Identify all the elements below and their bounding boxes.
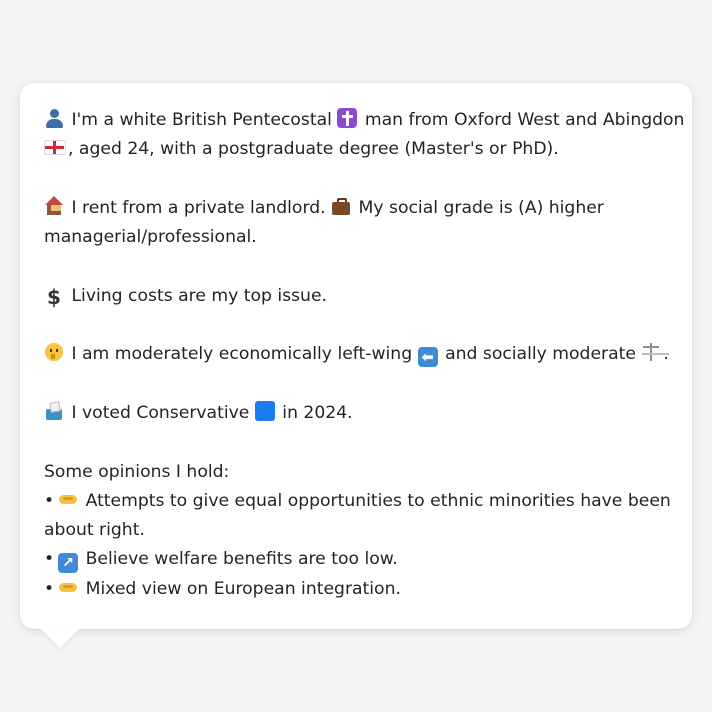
vote-text-b: in 2024. <box>282 402 353 423</box>
opinion-item-continuation: about right. <box>44 516 668 545</box>
ideology-paragraph: I am moderately economically left-wing ⬅… <box>44 340 669 369</box>
ballot-box-icon <box>44 401 64 421</box>
identity-text-b: man from Oxford West and Abingdon <box>364 110 685 130</box>
vote-text-a: I voted Conservative <box>71 402 250 423</box>
identity-line-1: I'm a white British Pentecostal man from… <box>44 106 684 135</box>
vote-paragraph: I voted Conservative in 2024. <box>44 399 668 428</box>
opinions-heading: Some opinions I hold: <box>44 461 230 482</box>
opinion-item: • Mixed view on European integration. <box>44 575 668 604</box>
housing-text-a: I rent from a private landlord. <box>71 197 326 218</box>
opinion-text: Mixed view on European integration. <box>85 578 401 599</box>
opinion-text: about right. <box>44 520 145 541</box>
opinion-text: Believe welfare benefits are too low. <box>85 549 398 570</box>
issue-paragraph: $ Living costs are my top issue. <box>44 282 668 311</box>
vote-line: I voted Conservative in 2024. <box>44 399 668 428</box>
handshake-icon <box>58 577 78 597</box>
issue-line: $ Living costs are my top issue. <box>44 282 668 311</box>
opinion-text: Attempts to give equal opportunities to … <box>85 490 671 511</box>
housing-line-1: I rent from a private landlord. My socia… <box>44 194 668 223</box>
housing-line-2: managerial/professional. <box>44 223 668 252</box>
ideology-line: I am moderately economically left-wing ⬅… <box>44 340 669 369</box>
persona-message-bubble: I'm a white British Pentecostal man from… <box>20 83 692 629</box>
person-icon <box>44 108 64 128</box>
identity-line-2: , aged 24, with a postgraduate degree (M… <box>44 135 668 164</box>
issue-text: Living costs are my top issue. <box>71 285 327 306</box>
opinion-item: • ↗ Believe welfare benefits are too low. <box>44 545 668 574</box>
ideology-text-b: and socially moderate <box>445 344 636 365</box>
bullet: • <box>44 578 55 599</box>
ideology-text-end: . <box>663 344 669 365</box>
thinking-face-icon <box>44 342 64 362</box>
bubble-tail <box>40 628 80 648</box>
balance-scale-icon <box>641 342 661 362</box>
briefcase-icon <box>331 196 351 216</box>
bullet: • <box>44 490 55 511</box>
opinion-item: • Attempts to give equal opportunities t… <box>44 487 671 516</box>
england-flag-icon <box>44 140 66 156</box>
up-right-arrow-icon: ↗ <box>58 553 79 574</box>
identity-paragraph: I'm a white British Pentecostal man from… <box>44 106 684 165</box>
housing-text-b: My social grade is (A) higher <box>358 197 604 218</box>
housing-paragraph: I rent from a private landlord. My socia… <box>44 194 668 253</box>
identity-text-a: I'm a white British Pentecostal <box>71 110 332 130</box>
left-arrow-icon: ⬅ <box>417 347 438 368</box>
latin-cross-icon <box>337 108 358 128</box>
opinions-paragraph: Some opinions I hold: • Attempts to give… <box>44 458 671 604</box>
identity-text-c: , aged 24, with a postgraduate degree (M… <box>68 139 559 160</box>
handshake-icon <box>58 489 78 509</box>
heavy-dollar-sign-icon: $ <box>47 284 61 309</box>
bullet: • <box>44 549 55 570</box>
ideology-text-a: I am moderately economically left-wing <box>71 344 413 365</box>
house-icon <box>44 195 64 216</box>
housing-text-c: managerial/professional. <box>44 227 257 248</box>
blue-square-icon <box>254 400 275 421</box>
